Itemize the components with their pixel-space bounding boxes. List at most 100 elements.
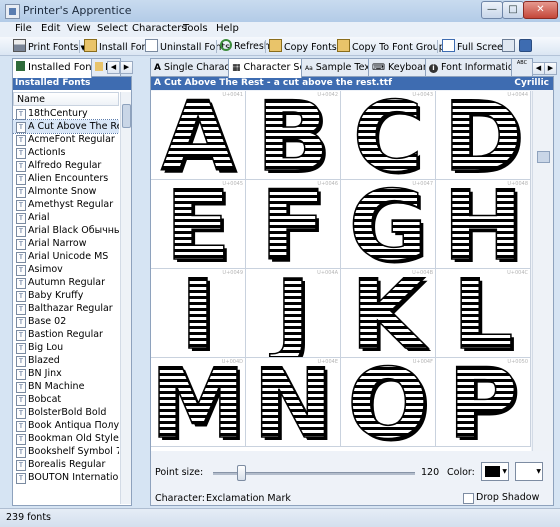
menu-select[interactable]: Select (97, 23, 128, 34)
font-name: A Cut Above The Rest (28, 121, 119, 132)
font-list-item[interactable]: T Blazed (13, 354, 119, 367)
uninstall-fonts-button[interactable]: Uninstall Fonts (145, 39, 230, 53)
close-button[interactable]: ✕ (523, 1, 558, 19)
scrollbar-thumb[interactable] (122, 104, 131, 128)
glyph-cell[interactable]: J J U+004A (246, 269, 341, 358)
font-list-item[interactable]: T Bookshelf Symbol 7 (13, 445, 119, 458)
copy-fonts-button[interactable]: Copy Fonts▼ (269, 39, 344, 53)
menu-help[interactable]: Help (216, 23, 239, 34)
glyph-cell[interactable]: O O U+004F (341, 358, 436, 447)
tab-scroll-right-icon[interactable]: ▶ (120, 61, 133, 74)
font-list-item[interactable]: T Borealis Regular (13, 458, 119, 471)
font-list-item[interactable]: T Arial Narrow (13, 237, 119, 250)
tab-installed-fonts[interactable]: Installed Fonts (12, 58, 92, 78)
truetype-font-icon: T (16, 174, 26, 185)
font-list-item[interactable]: T Big Lou (13, 341, 119, 354)
glyph-cell[interactable]: A A U+0041 (151, 91, 246, 180)
glyph-cell[interactable]: I I U+0049 (151, 269, 246, 358)
tab-more[interactable]: ABC (511, 58, 533, 77)
tab-scroll-left-icon[interactable]: ◀ (107, 61, 120, 74)
tab-keyboard[interactable]: ⌨Keyboard (368, 58, 426, 77)
truetype-font-icon: T (16, 109, 26, 120)
truetype-font-icon: T (16, 434, 26, 445)
font-list-item[interactable]: T Alfredo Regular (13, 159, 119, 172)
font-list-item[interactable]: T Arial Black Обычный (13, 224, 119, 237)
glyph-cell[interactable]: K K U+004B (341, 269, 436, 358)
font-list-item[interactable]: T Baby Kruffy (13, 289, 119, 302)
glyph-cell[interactable]: M M U+004D (151, 358, 246, 447)
font-list-item[interactable]: TA Cut Above The Rest (13, 119, 119, 134)
tab-font-information[interactable]: i Font Information (425, 58, 512, 77)
drop-shadow-checkbox[interactable] (463, 493, 474, 504)
font-list-scrollbar[interactable] (120, 92, 131, 504)
truetype-font-icon: T (16, 148, 26, 159)
maximize-button[interactable]: □ (502, 1, 524, 19)
point-size-slider-thumb[interactable] (237, 465, 247, 481)
unicode-label: U+0048 (507, 181, 528, 187)
glyph-cell[interactable]: H H U+0048 (436, 180, 531, 269)
font-list-item[interactable]: T Almonte Snow (13, 185, 119, 198)
grid-scrollbar[interactable] (532, 91, 553, 451)
font-list-item[interactable]: TBOUTON Internation... (13, 471, 119, 484)
glyph-cell[interactable]: D D U+0044 (436, 91, 531, 180)
glyph-cell[interactable]: L L U+004C (436, 269, 531, 358)
font-list-item[interactable]: T Balthazar Regular (13, 302, 119, 315)
font-list-item[interactable]: T Autumn Regular (13, 276, 119, 289)
font-list-item[interactable]: T AcmeFont Regular (13, 133, 119, 146)
toolbar-separator (216, 40, 217, 53)
glyph-cell[interactable]: E E U+0045 (151, 180, 246, 269)
uninstall-icon (145, 39, 158, 52)
truetype-font-icon: T (16, 382, 26, 393)
drop-shadow-label[interactable]: Drop Shadow (476, 492, 539, 503)
font-list-item[interactable]: T Amethyst Regular (13, 198, 119, 211)
font-list-item[interactable]: T Bastion Regular (13, 328, 119, 341)
unicode-label: U+004E (317, 359, 338, 365)
glyph-cell[interactable]: F F U+0046 (246, 180, 341, 269)
background-color-picker[interactable]: ▼ (515, 462, 543, 481)
menu-tools[interactable]: Tools (183, 23, 208, 34)
panel-header: Installed Fonts (13, 77, 131, 90)
column-header-name[interactable]: Name (13, 92, 119, 106)
full-screen-button[interactable]: Full Screen (442, 39, 509, 53)
font-list-item[interactable]: T BolsterBold Bold (13, 406, 119, 419)
truetype-font-icon: T (16, 278, 26, 289)
tab-character-set[interactable]: ▦Character Set (228, 58, 302, 78)
font-list-item[interactable]: TBook Antiqua Полужи... (13, 419, 119, 432)
font-list-item[interactable]: T Asimov (13, 263, 119, 276)
foreground-color-picker[interactable]: ▼ (481, 462, 509, 481)
point-size-label: Point size: (155, 467, 204, 478)
tab-single-character[interactable]: ASingle Character (150, 58, 229, 77)
menu-edit[interactable]: Edit (41, 23, 60, 34)
font-list-item[interactable]: T Bobcat (13, 393, 119, 406)
font-list-item[interactable]: T Arial (13, 211, 119, 224)
glyph: A (161, 91, 235, 179)
left-panel: Installed Fonts F ◀ ▶ Installed Fonts Na… (8, 58, 134, 506)
minimize-button[interactable]: — (481, 1, 503, 19)
font-list-item[interactable]: T Base 02 (13, 315, 119, 328)
menu-file[interactable]: File (15, 23, 32, 34)
options-button[interactable] (502, 39, 517, 53)
refresh-button[interactable]: Refresh (220, 39, 270, 53)
font-list-item[interactable]: T BN Jinx (13, 367, 119, 380)
menu-characters[interactable]: Characters (132, 23, 187, 34)
font-list-item[interactable]: T ActionIs (13, 146, 119, 159)
print-fonts-button[interactable]: Print Fonts▼ (13, 39, 86, 53)
glyph-cell[interactable]: G G U+0047 (341, 180, 436, 269)
glyph-cell[interactable]: C C U+0043 (341, 91, 436, 180)
scrollbar-thumb[interactable] (537, 151, 550, 163)
font-list-item[interactable]: T Bookman Old Style (13, 432, 119, 445)
glyph-cell[interactable]: N N U+004E (246, 358, 341, 447)
font-list-item[interactable]: T 18thCentury (13, 107, 119, 120)
help-button[interactable] (519, 39, 534, 53)
tab-sample-text[interactable]: Aa Sample Text (301, 58, 369, 77)
font-list-item[interactable]: T Alien Encounters (13, 172, 119, 185)
main-panel: ASingle Character ▦Character Set AaSampl… (146, 58, 557, 506)
glyph-cell[interactable]: P P U+0050 (436, 358, 531, 447)
status-bar: 239 fonts (0, 508, 560, 527)
font-list-item[interactable]: T Arial Unicode MS (13, 250, 119, 263)
menu-view[interactable]: View (67, 23, 91, 34)
font-list-item[interactable]: T BN Machine (13, 380, 119, 393)
glyph-cell[interactable]: B B U+0042 (246, 91, 341, 180)
tab-scroll-right-icon[interactable]: ▶ (544, 62, 557, 75)
copy-to-font-group-button[interactable]: Copy To Font Group▼ (337, 39, 452, 53)
